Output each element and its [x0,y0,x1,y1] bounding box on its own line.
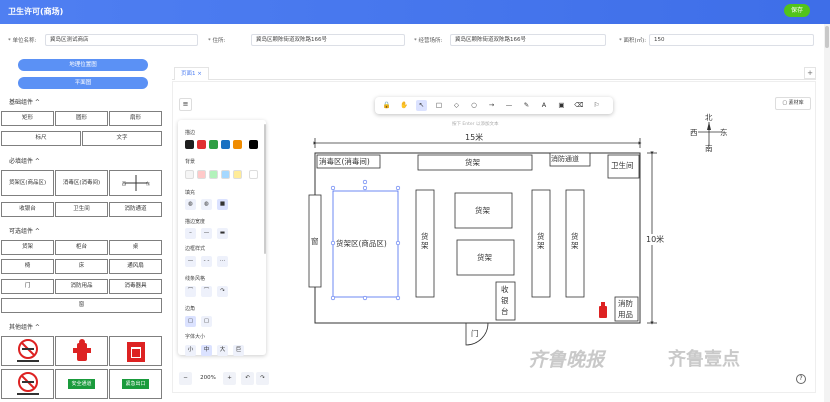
stroke-style-heading: 边框样式 [185,246,206,252]
font-large[interactable]: 大 [217,345,228,356]
shelf-left-label[interactable]: 货架 [421,232,429,250]
fire-passage-label[interactable]: 消防通道 [551,154,579,164]
corner-round[interactable]: ▢ [201,316,212,327]
draw-toolbar: 🔒 ✋ ↖ □ ◇ ○ → — ✎ A ▣ ⌫ ⚐ [375,97,613,114]
toilet-label[interactable]: 卫生间 [611,160,634,171]
properties-panel: 描边 背景 填充 描边宽度 边框样式 线条风格 边角 字体大小 ◍ ◍ ■ – … [178,120,266,356]
library-button[interactable]: ▢ 素材库 [775,97,811,110]
sloppiness-high[interactable]: ↷ [217,286,228,297]
compass-east: 东 [720,128,728,137]
image-icon[interactable]: ▣ [556,100,567,111]
lock-icon[interactable]: 🔒 [381,100,392,111]
fire-goods-label[interactable]: 消防用品 [618,298,636,320]
compass-north: 北 [705,113,713,122]
watermark-qilu-evening: 齐鲁晚报 [528,349,605,371]
door-label[interactable]: 门 [471,328,479,339]
sloppiness-low[interactable]: ⌒ [185,286,196,297]
font-medium[interactable]: 中 [201,345,212,356]
arrow-icon[interactable]: → [486,100,497,111]
diamond-icon[interactable]: ◇ [451,100,462,111]
text-icon[interactable]: A [539,100,550,111]
canvas-hint: 按下 Enter 以添加文本 [452,122,499,127]
bg-heading: 背景 [185,159,196,165]
menu-button[interactable]: ≡ [179,98,192,111]
stroke-medium[interactable]: — [201,228,212,239]
fill-hachure[interactable]: ◍ [185,199,196,210]
bg-color-swatch[interactable] [221,170,230,179]
stroke-color-swatch[interactable] [197,140,206,149]
shapes-icon[interactable]: ⚐ [591,100,602,111]
ellipse-icon[interactable]: ○ [469,100,480,111]
rect-icon[interactable]: □ [434,100,445,111]
shelf-center-top-label[interactable]: 货架 [475,205,490,216]
disinfect-area-label[interactable]: 消毒区(消毒间) [319,156,370,167]
font-small[interactable]: 小 [185,345,196,356]
corner-sharp[interactable]: ▢ [185,316,196,327]
redo-button[interactable]: ↷ [256,372,269,385]
shelf-area-label[interactable]: 货架区(商品区) [336,238,387,249]
fill-cross[interactable]: ◍ [201,199,212,210]
props-scrollbar[interactable] [264,124,266,254]
pointer-icon[interactable]: ↖ [416,100,427,111]
help-icon[interactable]: ? [796,374,806,384]
pencil-icon[interactable]: ✎ [521,100,532,111]
stroke-color-swatch[interactable] [233,140,242,149]
stroke-width-heading: 描边宽度 [185,219,206,225]
bg-color-swatch[interactable] [233,170,242,179]
window-label[interactable]: 窗 [311,236,319,247]
shelf-right1-label[interactable]: 货架 [537,232,545,250]
line-icon[interactable]: — [504,100,515,111]
stroke-thick[interactable]: ▬ [217,228,228,239]
stroke-heading: 描边 [185,130,196,136]
stroke-color-swatch[interactable] [221,140,230,149]
cashier-label[interactable]: 收银台 [501,284,510,317]
stroke-thin[interactable]: – [185,228,196,239]
top-shelf-label[interactable]: 货架 [465,157,480,168]
style-dashed[interactable]: - - [201,256,212,267]
font-huge[interactable]: 巨 [233,345,244,356]
plan-height-label: 10米 [646,234,665,245]
compass-west: 西 [690,128,698,137]
eraser-icon[interactable]: ⌫ [574,100,585,111]
style-solid[interactable]: — [185,256,196,267]
bg-color-swatch[interactable] [185,170,194,179]
fill-solid[interactable]: ■ [217,199,228,210]
fill-heading: 填充 [185,190,196,196]
stroke-color-swatch[interactable] [209,140,218,149]
floor-plan [308,122,722,346]
font-size-heading: 字体大小 [185,334,206,340]
compass-south: 南 [705,144,713,153]
style-dotted[interactable]: ··· [217,256,228,267]
shelf-right2-label[interactable]: 货架 [571,232,579,250]
bg-color-swatch[interactable] [209,170,218,179]
zoom-in-button[interactable]: + [223,372,236,385]
extinguisher-icon [599,302,607,318]
stroke-color-swatch[interactable] [249,140,258,149]
hand-icon[interactable]: ✋ [399,100,410,111]
plan-width-label: 15米 [465,133,484,142]
zoom-out-button[interactable]: − [179,372,192,385]
bg-color-swatch[interactable] [249,170,258,179]
line-style-heading: 线条风格 [185,276,206,282]
undo-button[interactable]: ↶ [241,372,254,385]
zoom-value[interactable]: 200% [194,372,222,385]
watermark-qilu-yidian: 齐鲁壹点 [668,349,740,370]
sloppiness-mid[interactable]: ⌒ [201,286,212,297]
stroke-color-swatch[interactable] [185,140,194,149]
corner-heading: 边角 [185,306,196,312]
bg-color-swatch[interactable] [197,170,206,179]
shelf-center-bottom-label[interactable]: 货架 [477,252,492,263]
